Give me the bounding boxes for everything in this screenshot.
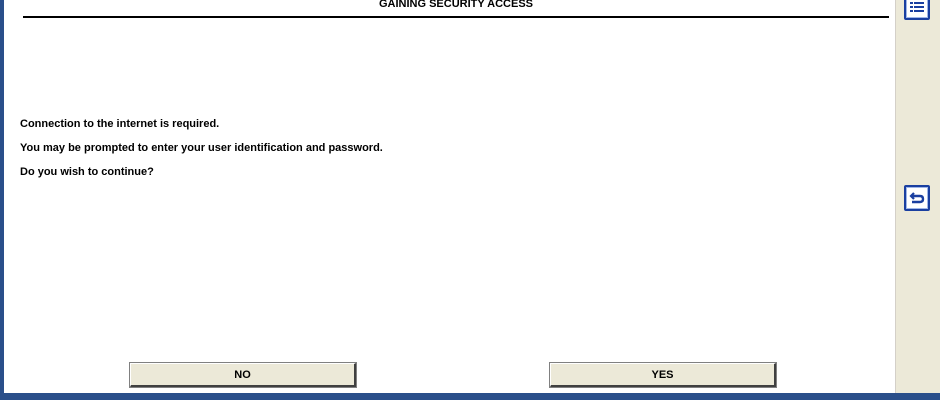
- message-internet-required: Connection to the internet is required.: [20, 118, 220, 130]
- window-frame-bottom: [0, 393, 940, 400]
- title-divider: [23, 16, 889, 18]
- list-icon[interactable]: [904, 0, 930, 20]
- list-icon-glyph: [910, 2, 924, 12]
- no-button[interactable]: NO: [130, 363, 356, 387]
- yes-button[interactable]: YES: [550, 363, 776, 387]
- back-arrow-icon[interactable]: [904, 185, 930, 211]
- back-arrow-glyph: [909, 192, 925, 204]
- message-credentials-prompt: You may be prompted to enter your user i…: [20, 142, 383, 154]
- message-continue-question: Do you wish to continue?: [20, 166, 154, 178]
- page-title: GAINING SECURITY ACCESS: [378, 0, 534, 10]
- dialog-panel: GAINING SECURITY ACCESS Connection to th…: [4, 0, 895, 393]
